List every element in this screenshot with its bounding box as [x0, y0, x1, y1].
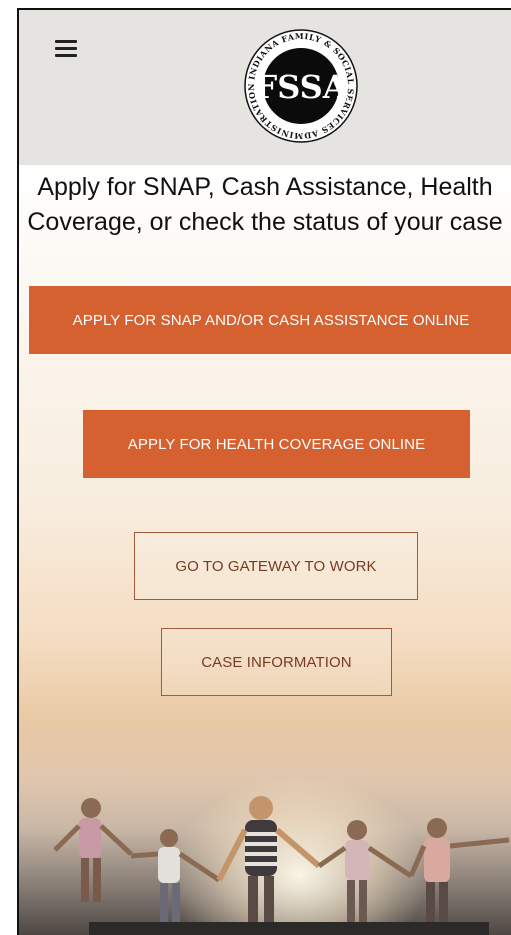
child-figure-5 — [408, 818, 510, 926]
gateway-to-work-button[interactable]: GO TO GATEWAY TO WORK — [134, 532, 418, 600]
apply-snap-cash-label: APPLY FOR SNAP AND/OR CASH ASSISTANCE ON… — [72, 311, 470, 329]
page-headline: Apply for SNAP, Cash Assistance, Health … — [19, 170, 511, 240]
apply-health-coverage-label: APPLY FOR HEALTH COVERAGE ONLINE — [127, 435, 426, 453]
site-header: INDIANA FAMILY & SOCIAL SERVICES ADMINIS… — [19, 10, 511, 165]
headline-line-2: Coverage, or check the status of your ca… — [27, 208, 503, 236]
app-screen: INDIANA FAMILY & SOCIAL SERVICES ADMINIS… — [17, 8, 511, 935]
case-information-button[interactable]: CASE INFORMATION — [161, 628, 392, 696]
hamburger-menu-icon[interactable] — [55, 40, 77, 58]
headline-line-1: Apply for SNAP, Cash Assistance, Health — [37, 173, 493, 201]
apply-snap-cash-button[interactable]: APPLY FOR SNAP AND/OR CASH ASSISTANCE ON… — [29, 286, 511, 354]
apply-health-coverage-button[interactable]: APPLY FOR HEALTH COVERAGE ONLINE — [83, 410, 470, 478]
fssa-logo[interactable]: INDIANA FAMILY & SOCIAL SERVICES ADMINIS… — [237, 22, 365, 150]
bottom-overlay-bar — [89, 922, 489, 935]
child-figure-1 — [53, 798, 133, 902]
logo-monogram: FSSA — [254, 68, 348, 106]
child-figure-4 — [317, 820, 413, 926]
child-figure-2 — [130, 829, 221, 923]
child-figure-3 — [216, 796, 321, 926]
case-information-label: CASE INFORMATION — [201, 653, 352, 671]
gateway-to-work-label: GO TO GATEWAY TO WORK — [175, 557, 377, 575]
children-running-image — [53, 796, 510, 926]
